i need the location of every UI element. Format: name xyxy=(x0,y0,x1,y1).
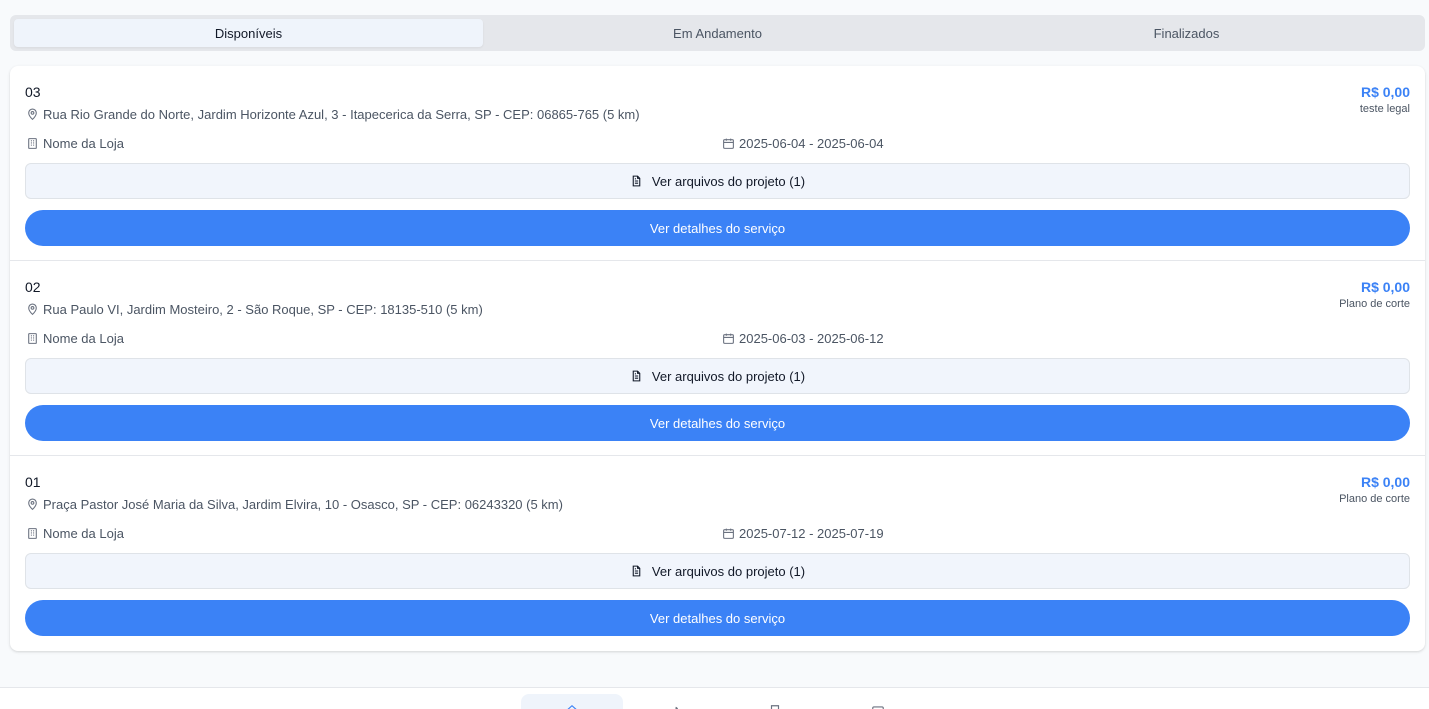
service-store-name: Nome da Loja xyxy=(43,526,124,541)
service-dates: 2025-06-04 - 2025-06-04 xyxy=(721,136,884,151)
service-address-text: Praça Pastor José Maria da Silva, Jardim… xyxy=(43,497,563,512)
view-project-files-button[interactable]: Ver arquivos do projeto (1) xyxy=(25,358,1410,394)
service-plan: teste legal xyxy=(1359,103,1410,115)
nav-services[interactable] xyxy=(624,694,726,709)
map-pin-icon xyxy=(25,498,39,512)
calendar-icon xyxy=(721,527,735,541)
service-price: R$ 0,00 xyxy=(1360,84,1410,100)
service-address: Praça Pastor José Maria da Silva, Jardim… xyxy=(25,497,563,512)
nav-home[interactable] xyxy=(521,694,623,709)
service-address: Rua Rio Grande do Norte, Jardim Horizont… xyxy=(25,107,640,122)
service-store-name: Nome da Loja xyxy=(43,331,124,346)
map-pin-icon xyxy=(25,303,39,317)
service-title: 02 xyxy=(25,279,41,295)
service-store: Nome da Loja xyxy=(25,526,124,541)
service-address-text: Rua Paulo VI, Jardim Mosteiro, 2 - São R… xyxy=(43,302,483,317)
calendar-icon xyxy=(721,137,735,151)
nav-saved[interactable] xyxy=(724,694,826,709)
bookmark-icon xyxy=(768,704,782,709)
tab-finalizados[interactable]: Finalizados xyxy=(952,19,1421,47)
calendar-icon xyxy=(871,704,885,709)
view-project-files-button[interactable]: Ver arquivos do projeto (1) xyxy=(25,553,1410,589)
file-text-icon xyxy=(630,564,644,578)
view-service-details-button[interactable]: Ver detalhes do serviço xyxy=(25,210,1410,246)
view-project-files-label: Ver arquivos do projeto (1) xyxy=(651,368,806,384)
view-project-files-button[interactable]: Ver arquivos do projeto (1) xyxy=(25,163,1410,199)
service-plan: Plano de corte xyxy=(1339,298,1410,310)
calendar-icon xyxy=(721,332,735,346)
status-tabs: Disponíveis Em Andamento Finalizados xyxy=(10,15,1425,51)
view-service-details-button[interactable]: Ver detalhes do serviço xyxy=(25,405,1410,441)
view-project-files-label: Ver arquivos do projeto (1) xyxy=(651,173,806,189)
service-dates: 2025-07-12 - 2025-07-19 xyxy=(721,526,884,541)
tab-disponiveis[interactable]: Disponíveis xyxy=(14,19,483,47)
tab-em-andamento[interactable]: Em Andamento xyxy=(483,19,952,47)
service-item: 03 R$ 0,00 teste legal Rua Rio Grande do… xyxy=(10,66,1425,261)
file-text-icon xyxy=(630,174,644,188)
bottom-navigation xyxy=(0,687,1429,709)
service-item: 01 R$ 0,00 Plano de corte Praça Pastor J… xyxy=(10,456,1425,651)
services-list: 03 R$ 0,00 teste legal Rua Rio Grande do… xyxy=(10,66,1425,651)
service-store-name: Nome da Loja xyxy=(43,136,124,151)
building-icon xyxy=(25,137,39,151)
service-title: 01 xyxy=(25,474,41,490)
map-pin-icon xyxy=(25,108,39,122)
view-project-files-label: Ver arquivos do projeto (1) xyxy=(651,563,806,579)
service-title: 03 xyxy=(25,84,41,100)
service-store: Nome da Loja xyxy=(25,331,124,346)
view-service-details-button[interactable]: Ver detalhes do serviço xyxy=(25,600,1410,636)
service-address: Rua Paulo VI, Jardim Mosteiro, 2 - São R… xyxy=(25,302,483,317)
service-item: 02 R$ 0,00 Plano de corte Rua Paulo VI, … xyxy=(10,261,1425,456)
nav-calendar[interactable] xyxy=(827,694,929,709)
service-store: Nome da Loja xyxy=(25,136,124,151)
service-dates-text: 2025-07-12 - 2025-07-19 xyxy=(739,526,884,541)
service-price: R$ 0,00 xyxy=(1360,279,1410,295)
wrench-icon xyxy=(668,704,682,709)
building-icon xyxy=(25,527,39,541)
building-icon xyxy=(25,332,39,346)
service-dates-text: 2025-06-03 - 2025-06-12 xyxy=(739,331,884,346)
service-dates-text: 2025-06-04 - 2025-06-04 xyxy=(739,136,884,151)
service-price: R$ 0,00 xyxy=(1360,474,1410,490)
service-plan: Plano de corte xyxy=(1339,493,1410,505)
file-text-icon xyxy=(630,369,644,383)
service-dates: 2025-06-03 - 2025-06-12 xyxy=(721,331,884,346)
home-icon xyxy=(565,704,579,709)
service-address-text: Rua Rio Grande do Norte, Jardim Horizont… xyxy=(43,107,640,122)
